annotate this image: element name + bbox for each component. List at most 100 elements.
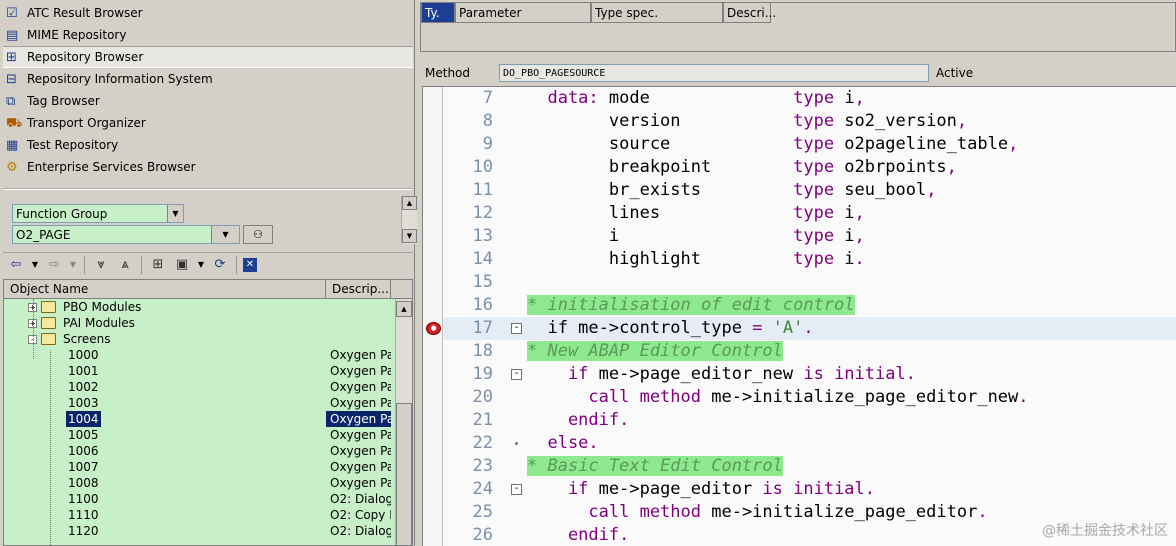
code-editor[interactable]: ● 7 data: mode type i, 8 version type so2… <box>422 86 1176 546</box>
tree-node-label: 1008 <box>68 476 99 490</box>
code-line[interactable]: 18 * New ABAP Editor Control <box>443 340 1176 363</box>
code-line[interactable]: 22 else. <box>443 432 1176 455</box>
nav-item-mime-repository[interactable]: ▤ MIME Repository <box>3 24 413 46</box>
tree-row[interactable]: 1002 Oxygen Pag <box>4 379 412 395</box>
line-number: 8 <box>482 111 493 131</box>
truck-icon: ⛟ <box>6 115 23 131</box>
nav-item-label: Repository Information System <box>27 72 213 86</box>
tree-row[interactable]: - Screens <box>4 331 412 347</box>
code-comment: * New ABAP Editor Control <box>527 341 783 361</box>
tree-row[interactable]: 1007 Oxygen Pag <box>4 459 412 475</box>
code-token: if <box>527 364 599 384</box>
code-line[interactable]: 19 - if me->page_editor_new is initial. <box>443 363 1176 386</box>
tree-node-label: 1110 <box>68 508 99 522</box>
display-glasses-button[interactable]: ⚇ <box>243 225 273 244</box>
back-arrow-icon[interactable]: ⇦ <box>6 256 26 274</box>
back-history-dropdown-icon[interactable]: ▼ <box>30 256 40 274</box>
line-number: 11 <box>472 180 493 200</box>
tree-row[interactable]: + PAI Modules <box>4 315 412 331</box>
tree-row[interactable]: + PBO Modules <box>4 299 412 315</box>
display-objects-icon[interactable]: ▣ <box>172 256 192 274</box>
code-line[interactable]: 9 source type o2pageline_table, <box>443 133 1176 156</box>
scroll-up-icon[interactable]: ▲ <box>396 301 412 317</box>
tree-node-description: Oxygen Pag <box>330 476 391 490</box>
object-type-select[interactable]: Function Group ▼ <box>12 204 184 223</box>
tree-row[interactable]: 1005 Oxygen Pag <box>4 427 412 443</box>
code-token: seu_bool <box>844 180 927 200</box>
code-token: me->page_editor <box>598 479 763 499</box>
code-line[interactable]: 13 i type i, <box>443 225 1176 248</box>
column-header-type-spec[interactable]: Type spec. <box>591 3 723 23</box>
code-line[interactable]: 7 data: mode type i, <box>443 87 1176 110</box>
tree-scrollbar[interactable]: ▲ <box>395 299 412 545</box>
code-line[interactable]: 21 endif. <box>443 409 1176 432</box>
scrollbar-thumb[interactable] <box>396 403 412 545</box>
code-line[interactable]: 16 * initialisation of edit control <box>443 294 1176 317</box>
expand-icon[interactable]: ⩓ <box>115 256 135 274</box>
column-header-description[interactable]: Descri... <box>723 3 776 23</box>
nav-item-test-repository[interactable]: ▦ Test Repository <box>3 134 413 156</box>
code-line[interactable]: 14 highlight type i. <box>443 248 1176 271</box>
object-name-input[interactable]: O2_PAGE ▼ <box>12 225 240 244</box>
breakpoint-gutter[interactable]: ● <box>423 87 443 546</box>
column-header-object-name[interactable]: Object Name <box>4 280 326 298</box>
session-breakpoint-icon[interactable]: ● <box>426 322 441 335</box>
code-line[interactable]: 15 <box>443 271 1176 294</box>
fold-toggle-icon[interactable]: - <box>511 323 522 334</box>
tree-row[interactable]: 1003 Oxygen Pag <box>4 395 412 411</box>
column-header-parameter[interactable]: Parameter <box>455 3 591 23</box>
column-header-description[interactable]: Descrip... <box>326 280 391 298</box>
code-line[interactable]: 24 - if me->page_editor is initial. <box>443 478 1176 501</box>
code-area[interactable]: 7 data: mode type i, 8 version type so2_v… <box>443 87 1176 546</box>
code-line[interactable]: 12 lines type i, <box>443 202 1176 225</box>
code-line[interactable]: 8 version type so2_version, <box>443 110 1176 133</box>
code-line[interactable]: 23 * Basic Text Edit Control <box>443 455 1176 478</box>
line-number: 7 <box>482 88 493 108</box>
tree-row[interactable]: 1100 O2: Dialog E <box>4 491 412 507</box>
code-token: , <box>854 88 865 108</box>
refresh-icon[interactable]: ⟳ <box>210 256 230 274</box>
scroll-down-icon[interactable]: ▼ <box>402 229 417 243</box>
tree-row[interactable]: 1004 Oxygen Pag <box>4 411 412 427</box>
code-text: call method me->initialize_page_editor_n… <box>527 386 1029 409</box>
line-number: 10 <box>472 157 493 177</box>
tree-node-description: Oxygen Pag <box>330 348 391 362</box>
forward-history-dropdown-icon[interactable]: ▼ <box>68 256 78 274</box>
code-token: . <box>1018 387 1029 407</box>
line-number: 26 <box>472 525 493 545</box>
selector-scrollbar[interactable]: ▲ ▼ <box>401 196 417 244</box>
hierarchy-icon[interactable]: ⊞ <box>148 256 168 274</box>
forward-arrow-icon[interactable]: ⇨ <box>44 256 64 274</box>
chevron-down-icon[interactable]: ▼ <box>167 205 183 222</box>
code-line[interactable]: 17 - if me->control_type = 'A'. <box>443 317 1176 340</box>
column-header-type[interactable]: Ty. <box>421 3 455 23</box>
nav-item-enterprise-services-browser[interactable]: ⚙ Enterprise Services Browser <box>3 156 413 178</box>
scroll-up-icon[interactable]: ▲ <box>402 196 417 210</box>
code-comment: * Basic Text Edit Control <box>527 456 783 476</box>
tree-row[interactable]: 1008 Oxygen Pag <box>4 475 412 491</box>
nav-item-label: Transport Organizer <box>27 116 146 130</box>
code-token: type <box>793 180 845 200</box>
nav-item-atc-result-browser[interactable]: ☑ ATC Result Browser <box>3 2 413 24</box>
close-icon[interactable]: ✕ <box>243 257 257 272</box>
display-dropdown-icon[interactable]: ▼ <box>196 256 206 274</box>
tree-row[interactable]: 1110 O2: Copy D <box>4 507 412 523</box>
code-line[interactable]: 11 br_exists type seu_bool, <box>443 179 1176 202</box>
tree-node-description: Oxygen Pag <box>330 460 391 474</box>
fold-toggle-icon[interactable]: - <box>511 369 522 380</box>
nav-item-tag-browser[interactable]: ⧉ Tag Browser <box>3 90 413 112</box>
tree-row[interactable]: 1120 O2: Dialog B <box>4 523 412 539</box>
collapse-icon[interactable]: ⩔ <box>91 256 111 274</box>
fold-toggle-icon[interactable]: - <box>511 484 522 495</box>
nav-item-transport-organizer[interactable]: ⛟ Transport Organizer <box>3 112 413 134</box>
nav-item-repository-browser[interactable]: ⊞ Repository Browser <box>3 46 413 68</box>
tree-row[interactable]: 1001 Oxygen Pag <box>4 363 412 379</box>
chevron-down-icon[interactable]: ▼ <box>211 226 239 243</box>
tree-row[interactable]: 1006 Oxygen Pag <box>4 443 412 459</box>
navigator-toolbar: ⇦ ▼ ⇨ ▼ ⩔ ⩓ ⊞ ▣ ▼ ⟳ ✕ <box>3 252 413 276</box>
code-line[interactable]: 20 call method me->initialize_page_edito… <box>443 386 1176 409</box>
nav-item-repository-information-system[interactable]: ⊟ Repository Information System <box>3 68 413 90</box>
code-line[interactable]: 10 breakpoint type o2brpoints, <box>443 156 1176 179</box>
tree-row[interactable]: 1000 Oxygen Pag <box>4 347 412 363</box>
nav-item-label: ATC Result Browser <box>27 6 143 20</box>
